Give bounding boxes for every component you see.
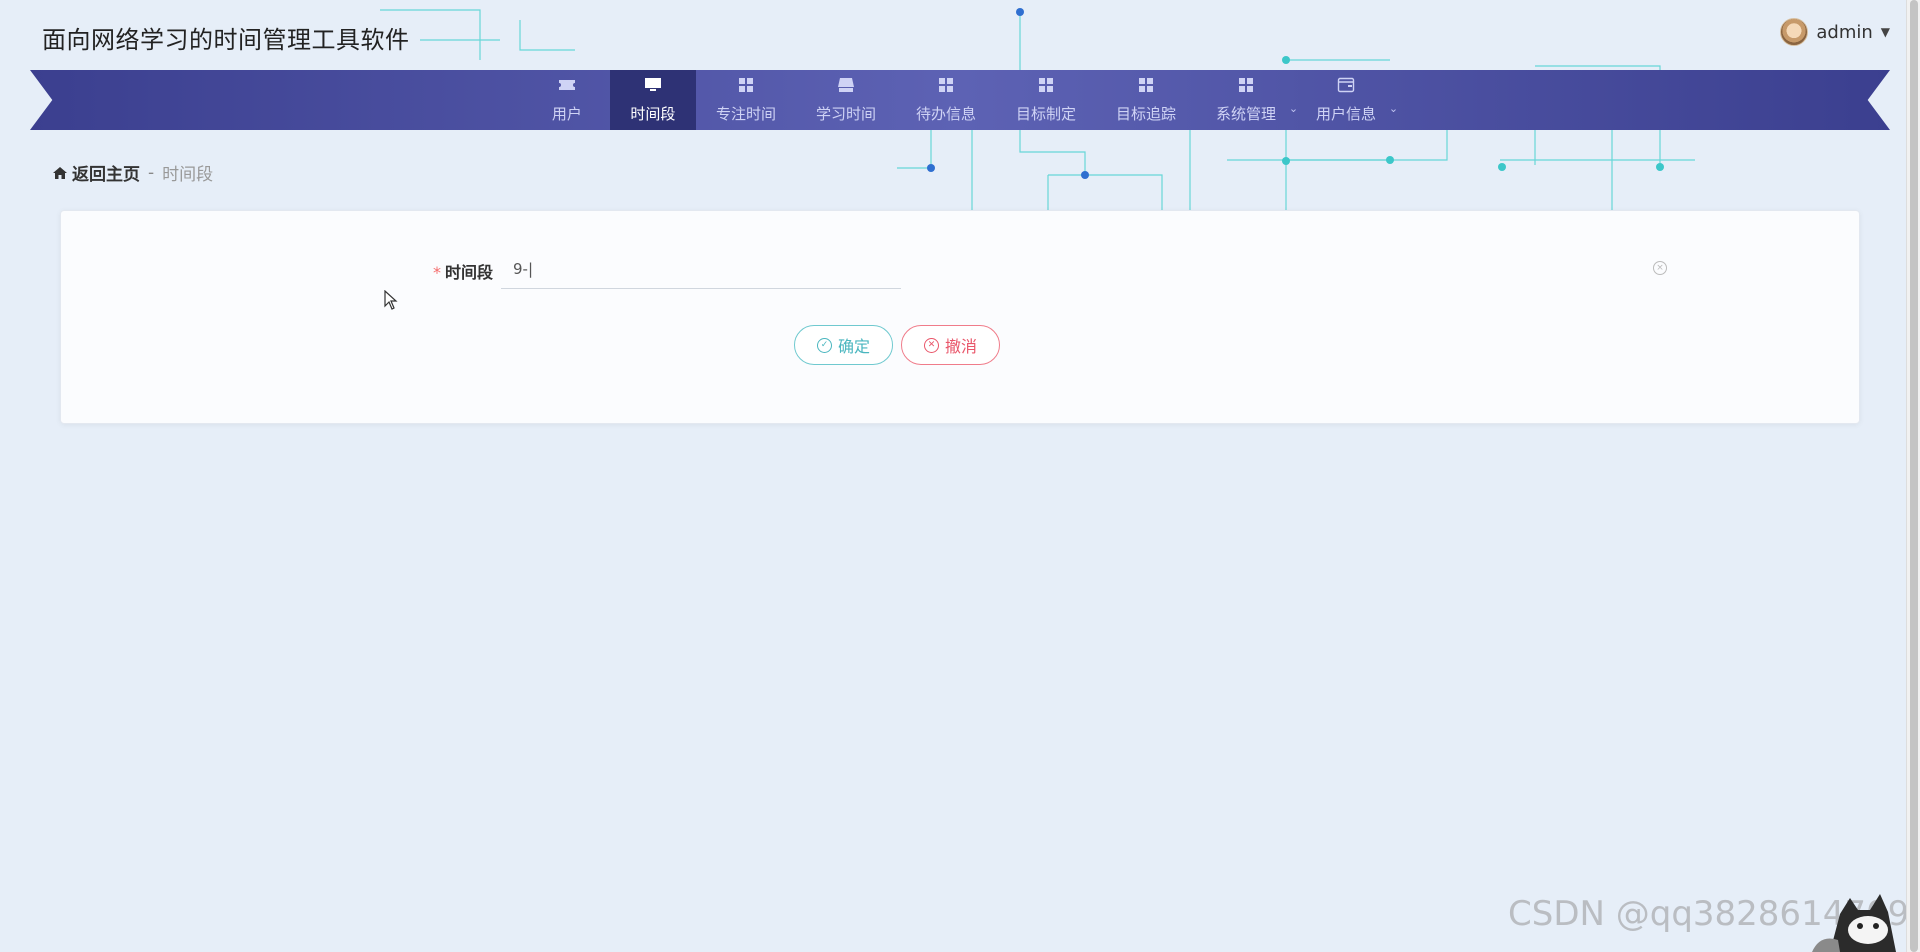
nav-item-7[interactable]: 系统管理 ⌄: [1196, 70, 1298, 130]
nav-item-label: 专注时间: [715, 104, 776, 123]
form-card: *时间段 × ✓ 确定 ✕ 撤消: [60, 210, 1860, 424]
caret-down-icon: ▼: [1880, 25, 1890, 39]
nav-item-2[interactable]: 专注时间: [696, 70, 796, 130]
cancel-label: 撤消: [945, 337, 978, 356]
confirm-button[interactable]: ✓ 确定: [794, 325, 894, 365]
grid-icon: [1237, 77, 1255, 103]
close-circle-icon: ✕: [924, 337, 940, 353]
nav-item-4[interactable]: 待办信息: [896, 70, 996, 130]
nav-item-5[interactable]: 目标制定: [996, 70, 1096, 130]
field-label-text: 时间段: [444, 263, 493, 282]
nav-items: 用户 时间段 专注时间 学习时间 待办信息 目标制定 目标追踪 系统管理 ⌄ 用户信息 ⌄: [30, 70, 1890, 130]
shelf-icon: [837, 77, 855, 103]
vertical-scrollbar[interactable]: [1906, 0, 1920, 952]
clear-icon[interactable]: ×: [1653, 261, 1667, 275]
grid-icon: [937, 77, 955, 103]
nav-item-label: 用户: [551, 104, 582, 123]
breadcrumb-home[interactable]: 返回主页: [52, 160, 140, 185]
form-buttons: ✓ 确定 ✕ 撤消: [794, 325, 1001, 365]
grid-icon: [737, 77, 755, 103]
cancel-button[interactable]: ✕ 撤消: [901, 325, 1001, 365]
main-nav: 用户 时间段 专注时间 学习时间 待办信息 目标制定 目标追踪 系统管理 ⌄ 用户信息 ⌄: [30, 70, 1890, 130]
nav-item-label: 待办信息: [915, 104, 976, 123]
breadcrumb-home-label: 返回主页: [72, 165, 140, 185]
app-title: 面向网络学习的时间管理工具软件: [42, 26, 410, 54]
breadcrumb: 返回主页 - 时间段: [52, 160, 213, 185]
cat-mascot-icon: [1812, 894, 1896, 952]
monitor-icon: [644, 77, 662, 103]
avatar: [1780, 18, 1809, 46]
breadcrumb-separator: -: [148, 162, 155, 183]
grid-icon: [1137, 77, 1155, 103]
circuit-decoration: [380, 8, 1695, 210]
nav-item-label: 时间段: [630, 104, 676, 123]
form-row-time-period: *时间段 ×: [61, 249, 1859, 289]
wallet-icon: [1337, 77, 1355, 103]
scrollbar-thumb[interactable]: [1910, 0, 1918, 952]
field-label: * 时间段: [371, 259, 493, 283]
nav-item-label: 目标制定: [1015, 104, 1076, 123]
top-bar: 面向网络学习的时间管理工具软件 admin ▼: [0, 0, 1920, 70]
check-circle-icon: ✓: [817, 337, 832, 353]
mouse-cursor-icon: [384, 290, 398, 310]
nav-item-6[interactable]: 目标追踪: [1096, 70, 1196, 130]
nav-item-1[interactable]: 时间段: [609, 70, 696, 130]
ticket-icon: [558, 77, 576, 103]
breadcrumb-current: 时间段: [162, 165, 214, 185]
nav-item-label: 学习时间: [815, 104, 876, 123]
time-period-input[interactable]: [501, 249, 901, 289]
home-icon: [53, 166, 67, 179]
nav-item-3[interactable]: 学习时间: [796, 70, 896, 130]
nav-item-label: 系统管理: [1216, 104, 1277, 123]
user-name: admin: [1816, 21, 1873, 43]
chevron-down-icon: ⌄: [1388, 102, 1399, 115]
required-mark: *: [432, 263, 441, 282]
user-menu[interactable]: admin ▼: [1780, 18, 1890, 46]
grid-icon: [1037, 77, 1055, 103]
confirm-label: 确定: [838, 337, 871, 356]
nav-item-label: 目标追踪: [1116, 104, 1177, 123]
nav-item-8[interactable]: 用户信息 ⌄: [1296, 70, 1399, 130]
nav-item-0[interactable]: 用户: [524, 70, 610, 130]
nav-item-label: 用户信息: [1316, 104, 1377, 123]
